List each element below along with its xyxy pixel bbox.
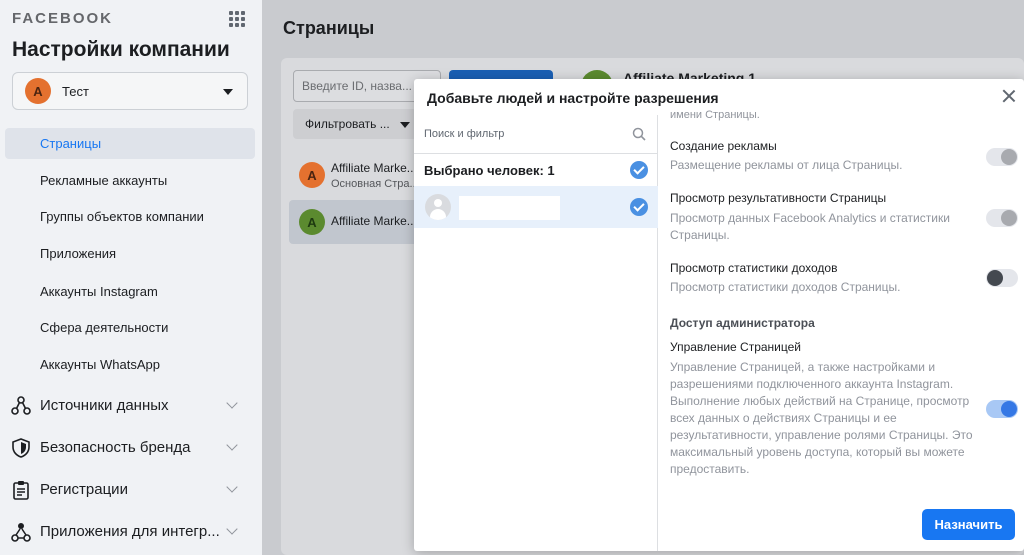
close-icon[interactable] — [1002, 89, 1016, 103]
permission-description: Просмотр статистики доходов Страницы. — [670, 280, 901, 294]
account-name: Тест — [62, 84, 89, 99]
chevron-down-icon — [226, 523, 238, 535]
page-name: Affiliate Marke... — [331, 214, 417, 228]
search-icon[interactable] — [632, 127, 646, 141]
dialog-title: Добавьте людей и настройте разрешения — [427, 90, 719, 106]
permission-title: Управление Страницей — [670, 340, 801, 354]
shield-icon — [12, 438, 30, 458]
permission-description: Просмотр данных Facebook Analytics и ста… — [670, 211, 950, 242]
permission-description: Размещение рекламы от лица Страницы. — [670, 158, 903, 172]
permission-toggle[interactable] — [986, 269, 1018, 287]
checkmark-icon[interactable] — [630, 161, 648, 179]
sidebar-item-whatsapp[interactable]: Аккаунты WhatsApp — [5, 349, 255, 380]
business-settings-app: FACEBOOK Настройки компании А Тест Стран… — [0, 0, 1024, 555]
account-avatar: А — [25, 78, 51, 104]
account-selector[interactable]: А Тест — [12, 72, 248, 110]
page-subtitle: Основная Стра... — [331, 178, 419, 190]
data-sources-icon — [11, 396, 31, 415]
page-avatar: A — [299, 209, 325, 235]
page-title: Страницы — [283, 18, 375, 38]
person-avatar — [425, 194, 451, 220]
section-integrations[interactable]: Приложения для интегр... — [10, 516, 250, 548]
admin-access-heading: Доступ администратора — [670, 316, 815, 330]
page-avatar: А — [299, 162, 325, 188]
selected-count-row[interactable]: Выбрано человек: 1 — [414, 153, 658, 186]
permissions-column: имени Страницы. Создание рекламы Размеще… — [670, 109, 1024, 551]
permission-title: Создание рекламы — [670, 139, 777, 153]
facebook-logo[interactable]: FACEBOOK — [12, 10, 113, 27]
permissions-dialog: Добавьте людей и настройте разрешения По… — [414, 79, 1024, 551]
section-data-sources[interactable]: Источники данных — [10, 390, 250, 422]
clipboard-icon — [13, 481, 29, 500]
permission-title: Просмотр статистики доходов — [670, 261, 838, 275]
section-label: Источники данных — [40, 397, 169, 414]
person-name-redacted — [459, 196, 560, 220]
sidebar-item-instagram[interactable]: Аккаунты Instagram — [5, 276, 255, 307]
section-label: Приложения для интегр... — [40, 523, 220, 540]
people-column: Поиск и фильтр Выбрано человек: 1 — [414, 115, 658, 551]
chevron-down-icon — [226, 397, 238, 409]
apps-grid-icon[interactable] — [229, 11, 245, 27]
permission-description: Управление Страницей, а также настройкам… — [670, 360, 973, 476]
search-filter-input[interactable]: Поиск и фильтр — [424, 128, 504, 140]
sidebar-item-line-of-business[interactable]: Сфера деятельности — [5, 312, 255, 343]
filter-button[interactable]: Фильтровать ... — [293, 109, 417, 139]
permission-toggle[interactable] — [986, 400, 1018, 418]
caret-down-icon — [223, 89, 233, 95]
chevron-down-icon — [226, 481, 238, 493]
chevron-down-icon — [226, 439, 238, 451]
permission-toggle[interactable] — [986, 209, 1018, 227]
sidebar-item-ad-accounts[interactable]: Рекламные аккаунты — [5, 165, 255, 196]
sidebar-item-pages[interactable]: Страницы — [5, 128, 255, 159]
section-label: Безопасность бренда — [40, 439, 191, 456]
business-settings-title: Настройки компании — [12, 38, 230, 61]
filter-label: Фильтровать ... — [305, 117, 390, 131]
section-label: Регистрации — [40, 481, 128, 498]
person-item[interactable] — [414, 186, 658, 228]
section-brand-safety[interactable]: Безопасность бренда — [10, 432, 250, 464]
integration-icon — [11, 523, 31, 542]
sidebar-item-apps[interactable]: Приложения — [5, 238, 255, 269]
sidebar-item-asset-groups[interactable]: Группы объектов компании — [5, 201, 255, 232]
caret-down-icon — [400, 122, 410, 128]
assign-button[interactable]: Назначить — [922, 509, 1015, 540]
section-registrations[interactable]: Регистрации — [10, 474, 250, 506]
checkmark-icon[interactable] — [630, 198, 648, 216]
truncated-text: имени Страницы. — [670, 109, 760, 121]
sidebar: FACEBOOK Настройки компании А Тест Стран… — [0, 0, 262, 555]
page-name: Affiliate Marke... — [331, 161, 417, 175]
permission-title: Просмотр результативности Страницы — [670, 191, 887, 205]
permission-toggle[interactable] — [986, 148, 1018, 166]
selected-count-label: Выбрано человек: 1 — [424, 163, 555, 178]
